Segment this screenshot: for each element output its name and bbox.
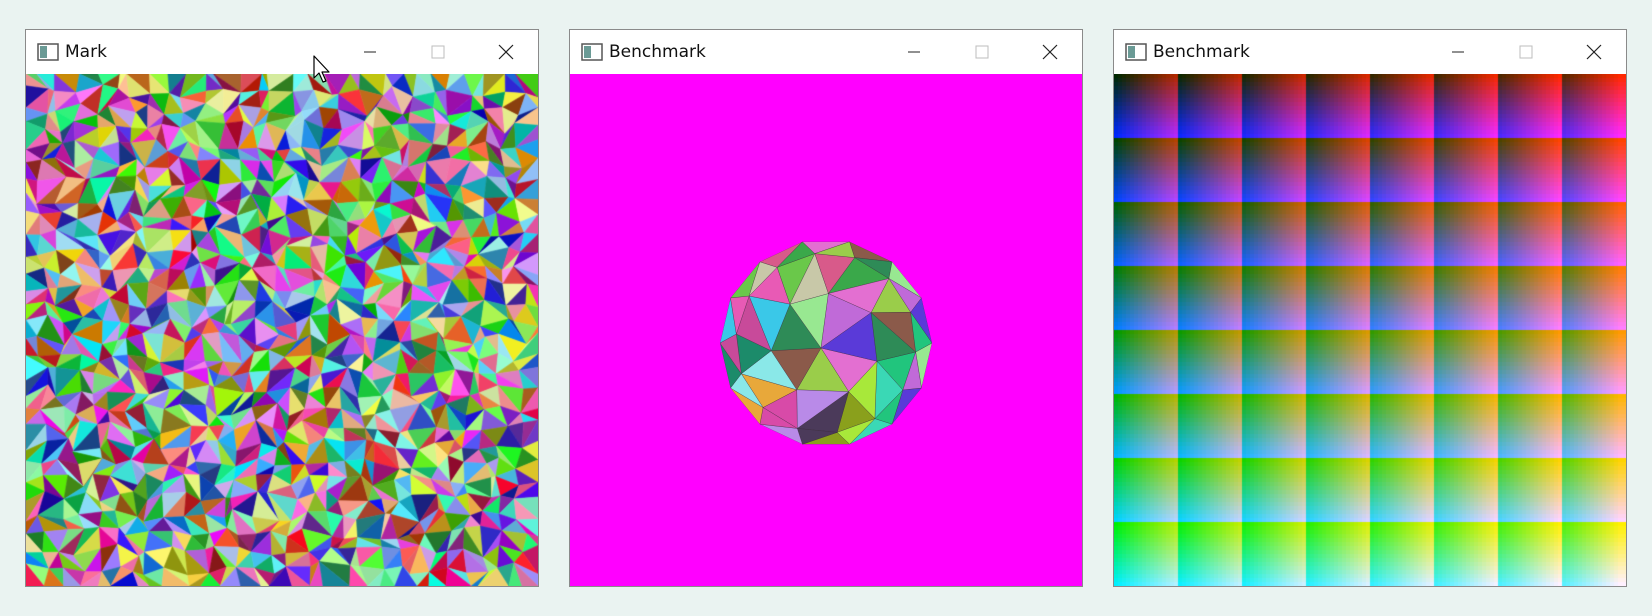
window-title: Benchmark xyxy=(1153,42,1250,62)
minimize-icon xyxy=(364,51,376,53)
title-bar[interactable]: Mark xyxy=(26,30,538,74)
window-title: Mark xyxy=(65,42,107,62)
maximize-icon xyxy=(975,45,989,59)
gradient-grid-area xyxy=(1114,74,1626,586)
app-window-icon xyxy=(1125,43,1147,61)
arrow-cursor-icon xyxy=(313,55,330,83)
color-gradient-grid xyxy=(1114,74,1626,586)
maximize-icon xyxy=(1519,45,1533,59)
minimize-icon xyxy=(908,51,920,53)
close-icon xyxy=(498,44,514,60)
app-window-icon xyxy=(581,43,603,61)
maximize-button[interactable] xyxy=(952,30,1012,74)
minimize-icon xyxy=(1452,51,1464,53)
sphere-render-area xyxy=(570,74,1082,586)
maximize-button[interactable] xyxy=(1496,30,1556,74)
close-icon xyxy=(1586,44,1602,60)
app-window-icon xyxy=(37,43,59,61)
close-button[interactable] xyxy=(1020,30,1080,74)
minimize-button[interactable] xyxy=(884,30,944,74)
maximize-icon xyxy=(431,45,445,59)
maximize-button[interactable] xyxy=(408,30,468,74)
title-bar[interactable]: Benchmark xyxy=(1114,30,1626,74)
window-benchmark-sphere[interactable]: Benchmark xyxy=(569,29,1083,587)
window-mark[interactable]: Mark xyxy=(25,29,539,587)
close-button[interactable] xyxy=(476,30,536,74)
close-button[interactable] xyxy=(1564,30,1624,74)
close-icon xyxy=(1042,44,1058,60)
window-title: Benchmark xyxy=(609,42,706,62)
polyhedron-sphere xyxy=(720,241,932,445)
minimize-button[interactable] xyxy=(340,30,400,74)
triangle-mosaic xyxy=(26,74,538,586)
minimize-button[interactable] xyxy=(1428,30,1488,74)
window-benchmark-grid[interactable]: Benchmark xyxy=(1113,29,1627,587)
triangle-mosaic-canvas-area xyxy=(26,74,538,586)
title-bar[interactable]: Benchmark xyxy=(570,30,1082,74)
